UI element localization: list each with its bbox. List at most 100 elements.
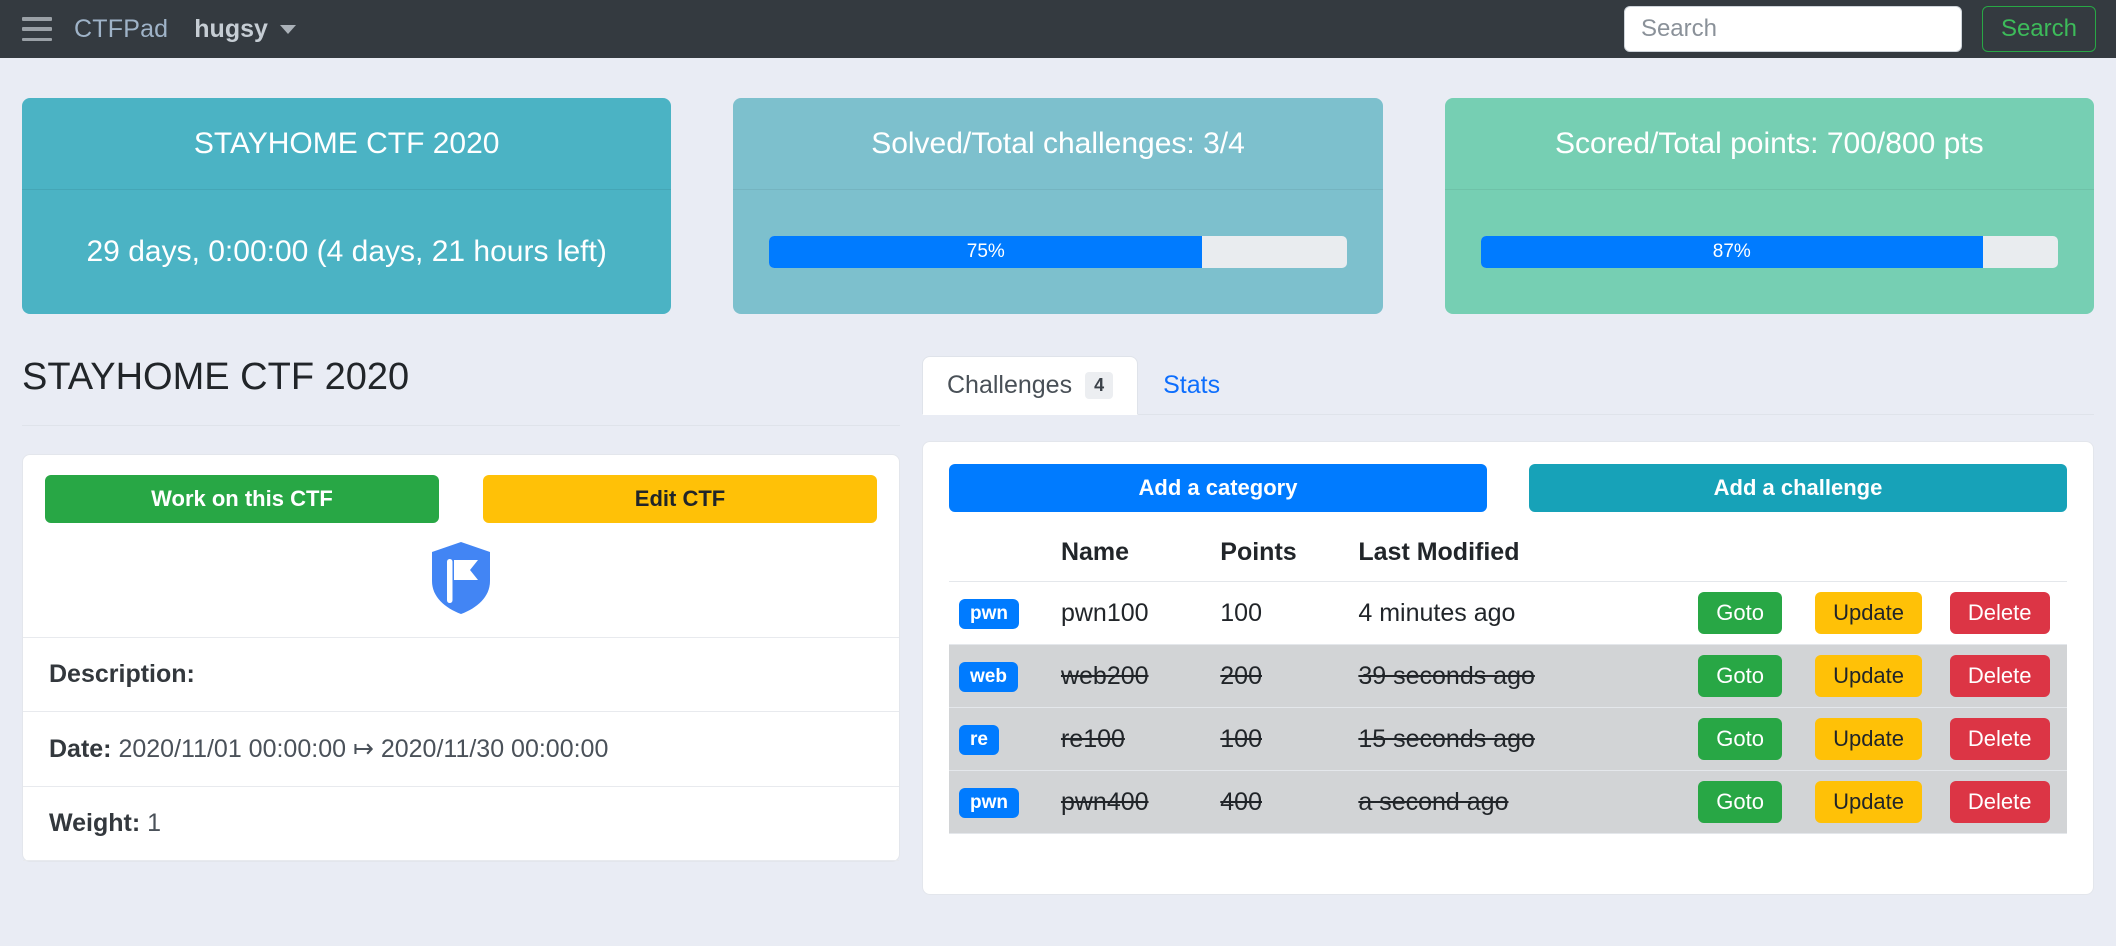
delete-button[interactable]: Delete [1949,781,2050,823]
solved-progress: 75% [769,236,1347,268]
edit-ctf-button[interactable]: Edit CTF [483,475,877,523]
delete-button[interactable]: Delete [1949,592,2050,634]
ctf-action-buttons: Work on this CTF Edit CTF [45,475,877,523]
date-label: Date: [49,735,112,763]
search-button[interactable]: Search [1981,6,2096,52]
table-row: pwn pwn100 100 4 minutes ago Goto Update Delet… [949,581,2067,645]
th-goto [1688,530,1806,582]
stat-card-body: 87% [1444,189,2094,314]
stat-card-header: Scored/Total points: 700/800 pts [1555,126,1984,160]
cell-update: Update [1805,581,1940,645]
chevron-down-icon[interactable] [279,24,296,34]
cell-update: Update [1805,770,1940,834]
table-row: re re100 100 15 seconds ago Goto Update Delete [949,707,2067,771]
cell-goto: Goto [1688,770,1806,834]
ctf-details-panel: Work on this CTF Edit CTF Description: D… [22,454,900,862]
cell-name: pwn400 [1050,770,1211,834]
add-challenge-button[interactable]: Add a challenge [1529,464,2067,512]
category-badge[interactable]: web [959,662,1018,692]
cell-points: 400 [1210,770,1349,834]
stat-cards-row: STAYHOME CTF 2020 29 days, 0:00:00 (4 da… [0,58,2116,314]
tab-stats[interactable]: Stats [1138,356,1245,415]
th-points: Points [1210,530,1349,582]
stat-card-header: STAYHOME CTF 2020 [193,126,500,160]
tab-challenges-badge: 4 [1085,372,1114,399]
stat-card-ctf-countdown: STAYHOME CTF 2020 29 days, 0:00:00 (4 da… [22,98,672,314]
weight-row: Weight: 1 [23,787,899,861]
search-input[interactable] [1623,6,1962,52]
title-divider [22,425,900,426]
solved-progress-bar: 75% [769,236,1203,268]
update-button[interactable]: Update [1815,781,1923,823]
update-button[interactable]: Update [1815,718,1923,760]
cell-goto: Goto [1688,707,1806,771]
date-row: Date: 2020/11/01 00:00:00 ↦ 2020/11/30 0… [23,712,899,787]
weight-value: 1 [147,809,162,837]
ctf-details-column: STAYHOME CTF 2020 Work on this CTF Edit … [22,356,900,862]
goto-button[interactable]: Goto [1698,781,1782,823]
th-update [1805,530,1940,582]
weight-label: Weight: [49,809,141,837]
challenges-table-body: pwn pwn100 100 4 minutes ago Goto Update Delet… [949,581,2067,834]
stat-card-header: Solved/Total challenges: 3/4 [871,126,1245,160]
description-row: Description: [23,638,899,712]
table-row: pwn pwn400 400 a second ago Goto Update Delete [949,770,2067,834]
main-content: STAYHOME CTF 2020 Work on this CTF Edit … [0,356,2116,895]
brand-link[interactable]: CTFPad [74,15,168,44]
cell-last-modified: 15 seconds ago [1348,707,1689,771]
cell-category: re [949,707,1051,771]
cell-category: web [949,644,1051,708]
cell-delete: Delete [1939,644,2067,708]
table-row: web web200 200 39 seconds ago Goto Update Dele… [949,644,2067,708]
th-last-modified: Last Modified [1348,530,1689,582]
category-badge[interactable]: pwn [959,788,1019,818]
cell-category: pwn [949,581,1051,645]
ctf-logo-row [23,525,899,638]
user-menu-label[interactable]: hugsy [194,15,268,44]
stat-card-body: 29 days, 0:00:00 (4 days, 21 hours left) [22,189,672,314]
cell-delete: Delete [1939,770,2067,834]
challenges-table-head: Name Points Last Modified [949,530,2067,582]
page-title: STAYHOME CTF 2020 [22,356,410,398]
cell-name: web200 [1050,644,1211,708]
delete-button[interactable]: Delete [1949,655,2050,697]
category-badge[interactable]: pwn [959,599,1019,629]
shield-flag-icon [432,542,490,614]
cell-last-modified: 4 minutes ago [1348,581,1689,645]
challenges-table: Name Points Last Modified pwn pwn100 100 4 … [949,530,2067,834]
points-progress: 87% [1480,236,2058,268]
goto-button[interactable]: Goto [1698,718,1782,760]
hamburger-icon[interactable] [22,17,52,41]
cell-category: pwn [949,770,1051,834]
cell-update: Update [1805,707,1940,771]
cell-delete: Delete [1939,707,2067,771]
cell-name: re100 [1050,707,1211,771]
tab-challenges[interactable]: Challenges 4 [922,356,1139,415]
th-category [949,530,1051,582]
add-category-button[interactable]: Add a category [949,464,1487,512]
update-button[interactable]: Update [1815,592,1923,634]
cell-last-modified: a second ago [1348,770,1689,834]
challenge-action-buttons: Add a category Add a challenge [949,464,2067,512]
navbar-search-group: Search [1623,0,2096,58]
work-on-ctf-button[interactable]: Work on this CTF [45,475,439,523]
category-badge[interactable]: re [959,725,999,755]
challenges-column: Challenges 4 Stats Add a category Add a … [922,356,2094,895]
cell-name: pwn100 [1050,581,1211,645]
cell-points: 100 [1210,707,1349,771]
goto-button[interactable]: Goto [1698,592,1782,634]
update-button[interactable]: Update [1815,655,1923,697]
stat-card-solved-challenges: Solved/Total challenges: 3/4 75% [733,98,1383,314]
cell-delete: Delete [1939,581,2067,645]
th-name: Name [1050,530,1211,582]
tab-stats-label: Stats [1163,371,1221,399]
delete-button[interactable]: Delete [1949,718,2050,760]
stat-card-body: 75% [733,189,1383,314]
top-navbar: CTFPad hugsy Search [0,0,2116,58]
stat-card-scored-points: Scored/Total points: 700/800 pts 87% [1444,98,2094,314]
cell-last-modified: 39 seconds ago [1348,644,1689,708]
cell-goto: Goto [1688,644,1806,708]
description-label: Description: [49,660,195,688]
tab-bar: Challenges 4 Stats [922,356,2094,415]
goto-button[interactable]: Goto [1698,655,1782,697]
